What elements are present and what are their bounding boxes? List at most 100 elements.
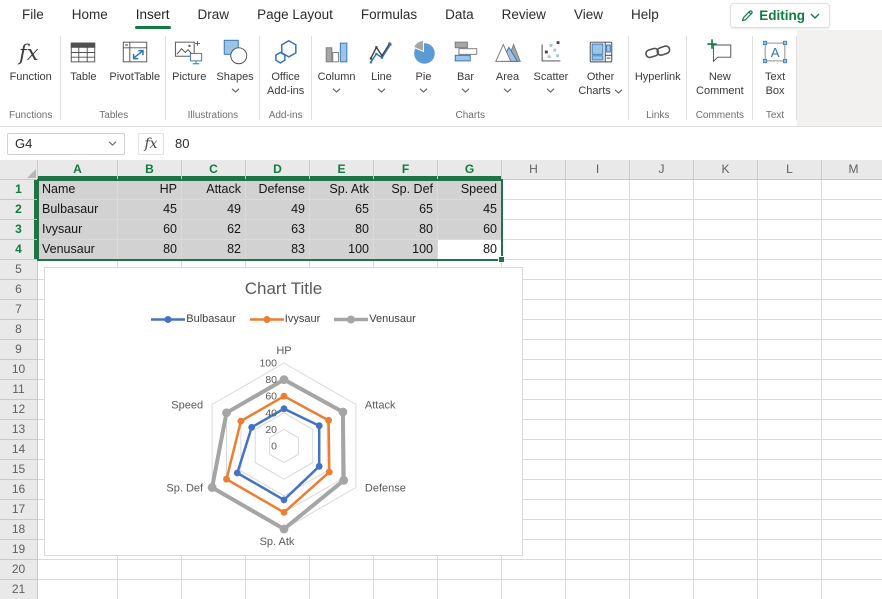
- cell-J16[interactable]: [630, 480, 694, 500]
- cell-C1[interactable]: Attack: [182, 180, 246, 200]
- cell-L2[interactable]: [758, 200, 822, 220]
- cell-C21[interactable]: [182, 580, 246, 599]
- cell-J19[interactable]: [630, 540, 694, 560]
- cell-I9[interactable]: [566, 340, 630, 360]
- cell-L15[interactable]: [758, 460, 822, 480]
- cell-M5[interactable]: [822, 260, 882, 280]
- cell-L12[interactable]: [758, 400, 822, 420]
- cell-D20[interactable]: [246, 560, 310, 580]
- cell-M19[interactable]: [822, 540, 882, 560]
- menu-tab-review[interactable]: Review: [488, 0, 560, 30]
- cell-K20[interactable]: [694, 560, 758, 580]
- cell-C20[interactable]: [182, 560, 246, 580]
- row-header-5[interactable]: 5: [0, 260, 38, 280]
- cell-K13[interactable]: [694, 420, 758, 440]
- row-header-18[interactable]: 18: [0, 520, 38, 540]
- cell-G2[interactable]: 45: [438, 200, 502, 220]
- cell-G4[interactable]: 80: [438, 240, 502, 260]
- cell-M18[interactable]: [822, 520, 882, 540]
- cell-L19[interactable]: [758, 540, 822, 560]
- cell-A21[interactable]: [38, 580, 118, 599]
- cell-M20[interactable]: [822, 560, 882, 580]
- cell-K21[interactable]: [694, 580, 758, 599]
- cell-E2[interactable]: 65: [310, 200, 374, 220]
- name-box[interactable]: G4: [7, 133, 125, 155]
- fill-handle[interactable]: [498, 256, 505, 263]
- cell-K15[interactable]: [694, 460, 758, 480]
- ribbon-bar-button[interactable]: Bar: [445, 30, 487, 94]
- cell-I18[interactable]: [566, 520, 630, 540]
- row-header-15[interactable]: 15: [0, 460, 38, 480]
- row-header-9[interactable]: 9: [0, 340, 38, 360]
- row-header-2[interactable]: 2: [0, 200, 38, 220]
- row-header-8[interactable]: 8: [0, 320, 38, 340]
- cell-I13[interactable]: [566, 420, 630, 440]
- cell-K2[interactable]: [694, 200, 758, 220]
- ribbon-function-button[interactable]: fxFunction: [5, 30, 57, 84]
- cell-L13[interactable]: [758, 420, 822, 440]
- cell-I1[interactable]: [566, 180, 630, 200]
- cell-J18[interactable]: [630, 520, 694, 540]
- column-header-F[interactable]: F: [374, 160, 438, 180]
- cell-C3[interactable]: 62: [182, 220, 246, 240]
- ribbon-area-button[interactable]: Area: [487, 30, 529, 94]
- ribbon-table-button[interactable]: Table: [62, 30, 104, 84]
- cell-K12[interactable]: [694, 400, 758, 420]
- cell-E21[interactable]: [310, 580, 374, 599]
- cell-I16[interactable]: [566, 480, 630, 500]
- cell-J10[interactable]: [630, 360, 694, 380]
- cell-G20[interactable]: [438, 560, 502, 580]
- cell-M7[interactable]: [822, 300, 882, 320]
- cell-M1[interactable]: [822, 180, 882, 200]
- column-header-K[interactable]: K: [694, 160, 758, 180]
- cell-K11[interactable]: [694, 380, 758, 400]
- cell-K7[interactable]: [694, 300, 758, 320]
- ribbon-pie-button[interactable]: Pie: [403, 30, 445, 94]
- cell-K17[interactable]: [694, 500, 758, 520]
- cell-C4[interactable]: 82: [182, 240, 246, 260]
- cell-G21[interactable]: [438, 580, 502, 599]
- ribbon-office-add-ins-button[interactable]: OfficeAdd-ins: [262, 30, 309, 99]
- cell-L14[interactable]: [758, 440, 822, 460]
- select-all-corner[interactable]: [0, 160, 38, 180]
- ribbon-shapes-button[interactable]: Shapes: [211, 30, 258, 94]
- cell-K4[interactable]: [694, 240, 758, 260]
- cell-K3[interactable]: [694, 220, 758, 240]
- ribbon-hyperlink-button[interactable]: Hyperlink: [630, 30, 686, 84]
- cell-I8[interactable]: [566, 320, 630, 340]
- embedded-chart[interactable]: 020406080100HPAttackDefenseSp. AtkSp. De…: [44, 267, 523, 556]
- cell-F20[interactable]: [374, 560, 438, 580]
- cell-D3[interactable]: 63: [246, 220, 310, 240]
- cell-L5[interactable]: [758, 260, 822, 280]
- menu-tab-help[interactable]: Help: [617, 0, 673, 30]
- cell-I15[interactable]: [566, 460, 630, 480]
- cell-L21[interactable]: [758, 580, 822, 599]
- ribbon-pivottable-button[interactable]: PivotTable: [104, 30, 165, 84]
- cell-L9[interactable]: [758, 340, 822, 360]
- cell-H3[interactable]: [502, 220, 566, 240]
- cell-K14[interactable]: [694, 440, 758, 460]
- cell-K5[interactable]: [694, 260, 758, 280]
- menu-tab-home[interactable]: Home: [58, 0, 122, 30]
- cell-I7[interactable]: [566, 300, 630, 320]
- row-header-1[interactable]: 1: [0, 180, 38, 200]
- cell-M8[interactable]: [822, 320, 882, 340]
- legend-item-bulbasaur[interactable]: Bulbasaur: [151, 313, 236, 325]
- cell-H20[interactable]: [502, 560, 566, 580]
- editing-mode-button[interactable]: Editing: [730, 3, 830, 28]
- cell-B21[interactable]: [118, 580, 182, 599]
- cell-I12[interactable]: [566, 400, 630, 420]
- column-header-M[interactable]: M: [822, 160, 882, 180]
- cell-J13[interactable]: [630, 420, 694, 440]
- cell-L3[interactable]: [758, 220, 822, 240]
- cell-F3[interactable]: 80: [374, 220, 438, 240]
- cell-D2[interactable]: 49: [246, 200, 310, 220]
- cell-K8[interactable]: [694, 320, 758, 340]
- menu-tab-insert[interactable]: Insert: [122, 0, 184, 30]
- cell-J20[interactable]: [630, 560, 694, 580]
- cell-L17[interactable]: [758, 500, 822, 520]
- ribbon-new-comment-button[interactable]: NewComment: [691, 30, 749, 99]
- cell-B1[interactable]: HP: [118, 180, 182, 200]
- cell-M11[interactable]: [822, 380, 882, 400]
- cell-K9[interactable]: [694, 340, 758, 360]
